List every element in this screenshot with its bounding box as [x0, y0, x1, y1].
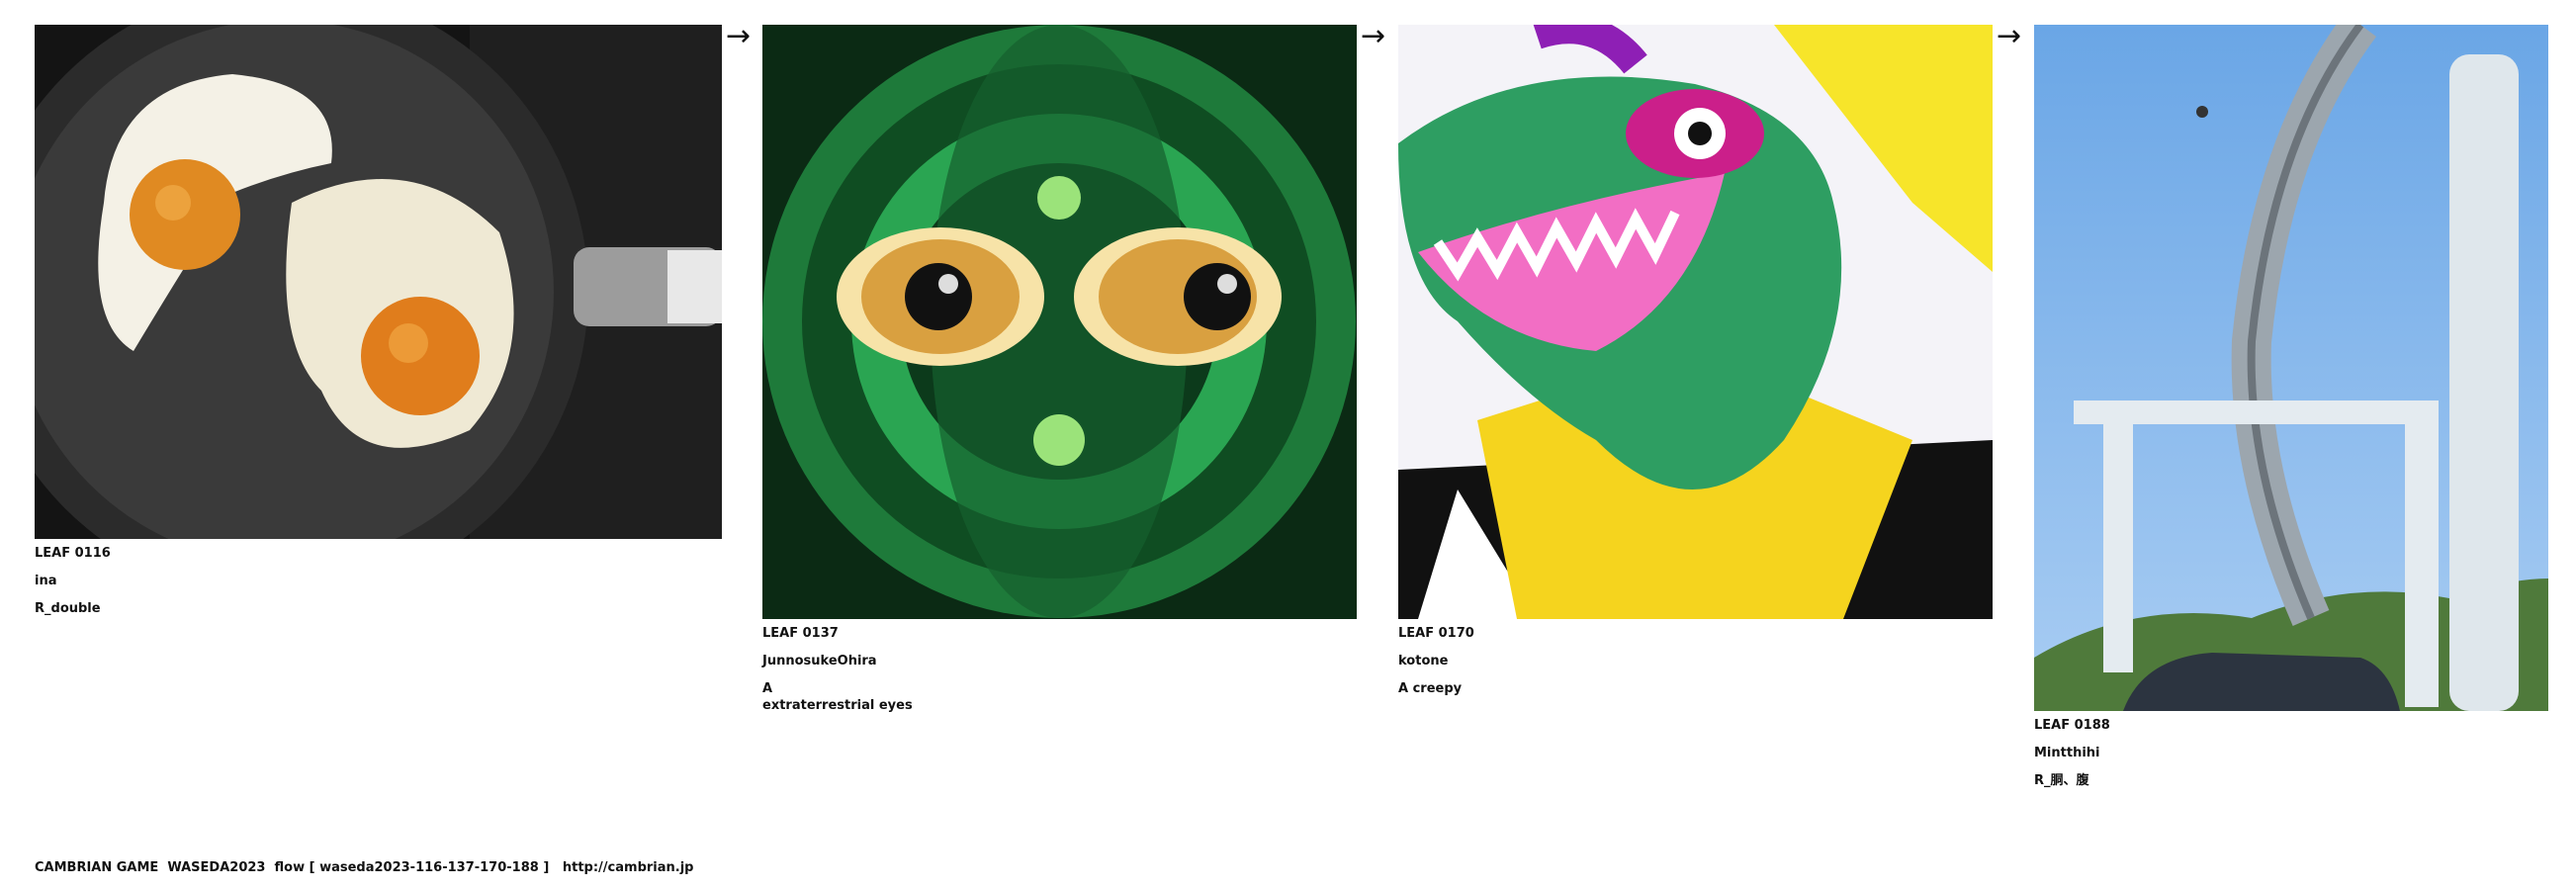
- leaf-id[interactable]: LEAF 0137: [762, 625, 1357, 642]
- fried-eggs-picture: [35, 25, 722, 539]
- leaf-title: A creepy: [1398, 681, 1463, 696]
- loop-bridge-picture: [2034, 25, 2548, 711]
- footer-text: CAMBRIAN GAME WASEDA2023 flow [ waseda20…: [35, 860, 563, 875]
- leaf-card-0116: LEAF 0116 ina R_double: [35, 25, 722, 617]
- leaf-image-alien-eyes[interactable]: [762, 25, 1357, 619]
- leaf-author[interactable]: kotone: [1398, 653, 1993, 669]
- leaf-id[interactable]: LEAF 0116: [35, 545, 722, 562]
- leaf-author[interactable]: Mintthihi: [2034, 745, 2548, 761]
- leaf-image-loop-bridge[interactable]: [2034, 25, 2548, 711]
- leaf-title: R_double: [35, 601, 101, 616]
- footer-link[interactable]: http://cambrian.jp: [563, 860, 694, 875]
- flow-arrow-icon: →: [1361, 19, 1386, 53]
- leaf-image-fried-eggs[interactable]: [35, 25, 722, 539]
- leaf-title: R_胴、腹: [2034, 773, 2089, 788]
- leaf-author[interactable]: ina: [35, 573, 722, 589]
- flow-arrow-icon: →: [726, 19, 752, 53]
- dinosaur-picture: [1398, 25, 1993, 619]
- alien-eyes-picture: [762, 25, 1357, 619]
- leaf-meta: LEAF 0170 kotone A creepy: [1398, 625, 1993, 697]
- leaf-card-0188: LEAF 0188 Mintthihi R_胴、腹: [2034, 25, 2548, 789]
- leaf-id[interactable]: LEAF 0170: [1398, 625, 1993, 642]
- leaf-id[interactable]: LEAF 0188: [2034, 717, 2548, 734]
- leaf-author[interactable]: JunnosukeOhira: [762, 653, 1357, 669]
- leaf-card-0170: LEAF 0170 kotone A creepy: [1398, 25, 1993, 697]
- leaf-meta: LEAF 0188 Mintthihi R_胴、腹: [2034, 717, 2548, 789]
- leaf-image-dinosaur[interactable]: [1398, 25, 1993, 619]
- flow-arrow-icon: →: [1997, 19, 2022, 53]
- leaf-title: A extraterrestrial eyes: [762, 681, 913, 713]
- leaf-card-0137: LEAF 0137 JunnosukeOhira A extraterrestr…: [762, 25, 1357, 714]
- leaf-meta: LEAF 0116 ina R_double: [35, 545, 722, 617]
- footer-credit: CAMBRIAN GAME WASEDA2023 flow [ waseda20…: [35, 860, 693, 875]
- leaf-meta: LEAF 0137 JunnosukeOhira A extraterrestr…: [762, 625, 1357, 714]
